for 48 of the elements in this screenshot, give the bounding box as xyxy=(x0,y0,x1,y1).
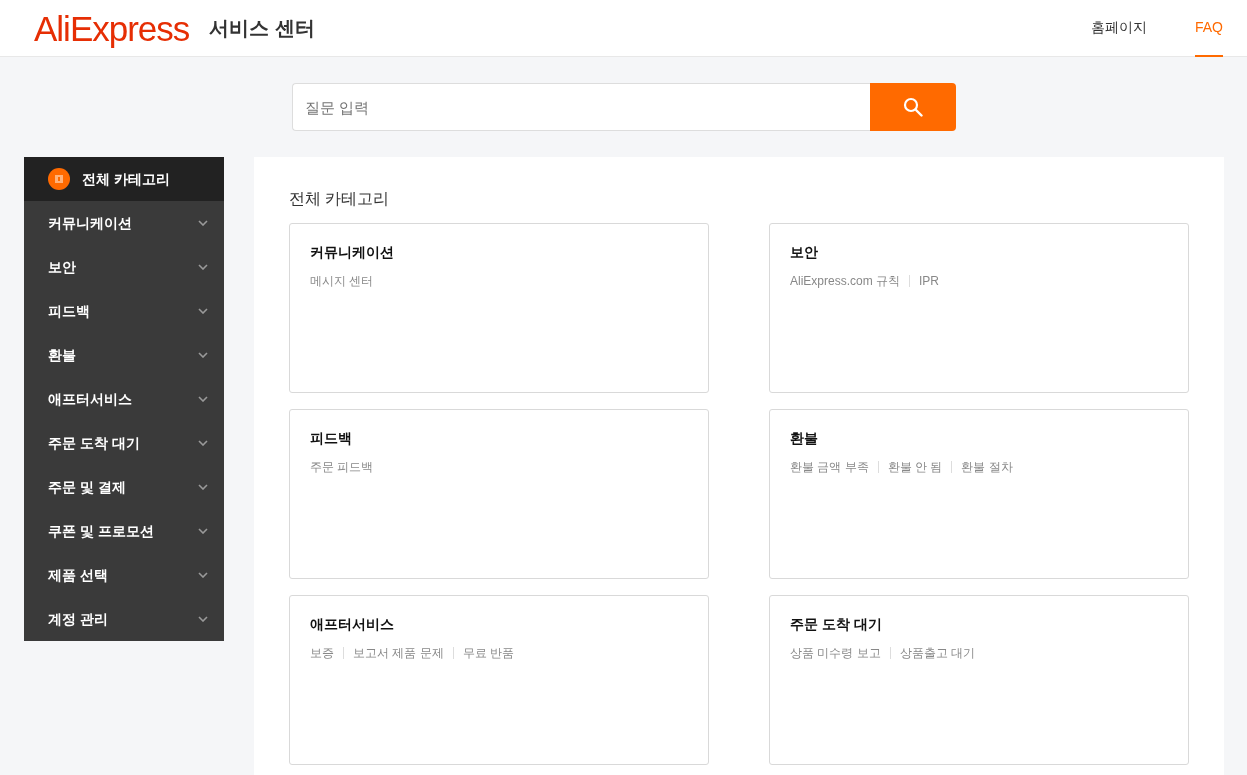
nav-link[interactable]: 홈페이지 xyxy=(1091,0,1147,57)
card-title: 커뮤니케이션 xyxy=(310,243,395,262)
chevron-down-icon xyxy=(198,572,208,578)
chevron-down-icon xyxy=(198,616,208,622)
topic-link[interactable]: 주문 피드백 xyxy=(310,458,374,476)
topic-link[interactable]: 상품 미수령 보고 xyxy=(790,644,881,662)
topic-link[interactable]: 상품출고 대기 xyxy=(899,644,975,662)
sidebar-item[interactable]: 주문 도착 대기 xyxy=(24,421,224,465)
card-title: 보안 xyxy=(790,243,819,262)
sidebar-item[interactable]: 애프터서비스 xyxy=(24,377,224,421)
topic-link[interactable]: 메시지 센터 xyxy=(310,272,374,290)
chevron-down-icon xyxy=(198,528,208,534)
search-icon xyxy=(902,97,923,117)
topic-link[interactable]: 환불 절차 xyxy=(961,458,1013,476)
card-title: 주문 도착 대기 xyxy=(790,615,883,634)
topic-link[interactable]: 보고서 제품 문제 xyxy=(353,644,444,662)
nav-link[interactable]: FAQ xyxy=(1195,0,1223,57)
category-icon xyxy=(48,168,70,190)
topic-link[interactable]: 환불 금액 부족 xyxy=(790,458,869,476)
card-title: 피드백 xyxy=(310,429,353,448)
sidebar-item[interactable]: 환불 xyxy=(24,333,224,377)
sidebar-item[interactable]: 계정 관리 xyxy=(24,597,224,641)
sidebar-item[interactable]: 제품 선택 xyxy=(24,553,224,597)
chevron-down-icon xyxy=(198,308,208,314)
sidebar-item[interactable]: 주문 및 결제 xyxy=(24,465,224,509)
section-title: 전체 카테고리 xyxy=(289,189,391,209)
page-title: 서비스 센터 xyxy=(209,16,315,41)
search-field[interactable]: 질문 입력 xyxy=(291,83,870,131)
topic-link[interactable]: 환불 안 됨 xyxy=(887,458,943,476)
chevron-down-icon xyxy=(198,220,208,226)
topic-link[interactable]: 무료 반품 xyxy=(462,644,514,662)
topic-link[interactable]: AliExpress.com 규칙 xyxy=(790,272,901,290)
sidebar-item[interactable]: 전체 카테고리 xyxy=(24,157,224,201)
card-title: 애프터서비스 xyxy=(310,615,395,634)
topic-link[interactable]: IPR xyxy=(919,272,940,290)
chevron-down-icon xyxy=(198,484,208,490)
topic-link[interactable]: 보증 xyxy=(310,644,334,662)
chevron-down-icon xyxy=(198,264,208,270)
sidebar-item[interactable]: 보안 xyxy=(24,245,224,289)
chevron-down-icon xyxy=(198,396,208,402)
logo[interactable]: AliExpress xyxy=(34,10,190,46)
card-title: 환불 xyxy=(790,429,819,448)
sidebar-item[interactable]: 쿠폰 및 프로모션 xyxy=(24,509,224,553)
chevron-down-icon xyxy=(198,440,208,446)
sidebar-item[interactable]: 피드백 xyxy=(24,289,224,333)
sidebar-item[interactable]: 커뮤니케이션 xyxy=(24,201,224,245)
chevron-down-icon xyxy=(198,352,208,358)
search-button[interactable] xyxy=(869,83,956,131)
